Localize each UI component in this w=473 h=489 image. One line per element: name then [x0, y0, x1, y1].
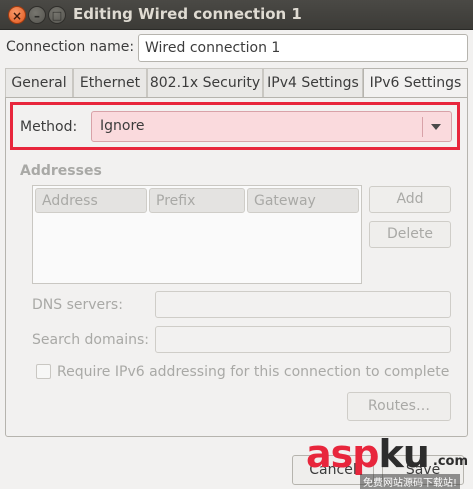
- minimize-window-button[interactable]: –: [28, 6, 46, 24]
- dns-servers-input[interactable]: [155, 291, 451, 318]
- column-header-prefix[interactable]: Prefix: [149, 188, 245, 213]
- watermark-domain: .com: [432, 454, 468, 469]
- dropdown-separator: [422, 117, 423, 137]
- tab-8021x-security[interactable]: 802.1x Security: [147, 68, 263, 98]
- minimize-icon: –: [34, 9, 40, 23]
- method-dropdown[interactable]: Ignore: [91, 111, 452, 142]
- maximize-icon: □: [51, 9, 63, 22]
- add-address-button[interactable]: Add: [369, 186, 451, 213]
- require-ipv6-label: Require IPv6 addressing for this connect…: [57, 364, 450, 380]
- close-icon: ×: [11, 9, 23, 23]
- delete-address-button[interactable]: Delete: [369, 221, 451, 248]
- connection-name-label: Connection name:: [6, 39, 135, 55]
- column-header-gateway[interactable]: Gateway: [247, 188, 359, 213]
- tab-ethernet[interactable]: Ethernet: [73, 68, 147, 98]
- search-domains-label: Search domains:: [32, 332, 149, 348]
- title-bar: × – □ Editing Wired connection 1: [0, 0, 473, 30]
- maximize-window-button[interactable]: □: [48, 6, 66, 24]
- tab-ipv4-settings[interactable]: IPv4 Settings: [263, 68, 363, 98]
- column-header-address[interactable]: Address: [35, 188, 147, 213]
- connection-name-input[interactable]: Wired connection 1: [138, 34, 468, 62]
- watermark-subtitle: 免费网站源码下载站!: [360, 474, 461, 489]
- close-window-button[interactable]: ×: [8, 6, 26, 24]
- dns-servers-label: DNS servers:: [32, 297, 123, 313]
- chevron-down-icon: [431, 124, 441, 130]
- tab-ipv6-settings[interactable]: IPv6 Settings: [363, 68, 468, 99]
- search-domains-input[interactable]: [155, 326, 451, 353]
- addresses-table[interactable]: Address Prefix Gateway: [32, 185, 362, 284]
- require-ipv6-checkbox[interactable]: [36, 364, 51, 379]
- method-label: Method:: [20, 119, 78, 135]
- tab-general[interactable]: General: [5, 68, 73, 98]
- addresses-heading: Addresses: [20, 163, 102, 179]
- watermark-text: aspku: [306, 432, 430, 476]
- watermark-logo: aspku .com 免费网站源码下载站!: [300, 432, 472, 489]
- routes-button[interactable]: Routes…: [347, 392, 451, 421]
- window-title: Editing Wired connection 1: [73, 5, 302, 23]
- method-value: Ignore: [100, 118, 145, 134]
